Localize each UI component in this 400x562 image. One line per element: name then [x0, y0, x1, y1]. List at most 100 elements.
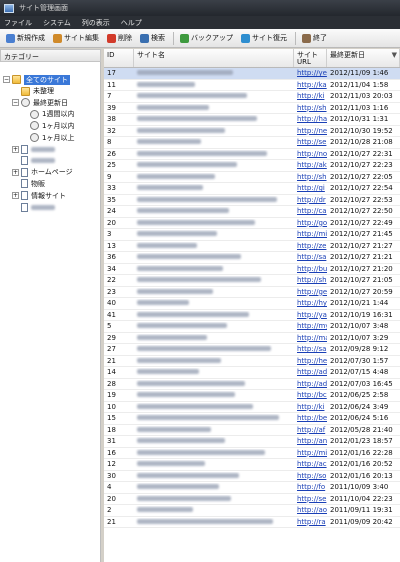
cell-site-url[interactable]: http://sa — [294, 345, 327, 353]
table-row[interactable]: 8 http://se 2012/10/28 21:08 — [104, 137, 400, 149]
table-row[interactable]: 22 http://sh 2012/10/27 21:05 — [104, 275, 400, 287]
table-row[interactable]: 26 http://no 2012/10/27 22:31 — [104, 149, 400, 160]
table-row[interactable]: 28 http://ad 2012/07/03 16:45 — [104, 379, 400, 390]
cell-site-url[interactable]: http://be — [294, 414, 327, 422]
cell-site-url[interactable]: http://ca — [294, 207, 327, 215]
expand-icon[interactable]: + — [12, 168, 19, 176]
table-row[interactable]: 13 http://ze 2012/10/27 21:27 — [104, 241, 400, 252]
cell-site-url[interactable]: http://my — [294, 322, 327, 330]
cell-site-url[interactable]: http://se — [294, 495, 327, 503]
cell-site-url[interactable]: http://fo — [294, 483, 327, 491]
table-row[interactable]: 20 http://go 2012/10/27 22:49 — [104, 218, 400, 229]
tree-node[interactable]: + ホームページ — [12, 167, 73, 178]
table-row[interactable]: 34 http://bu 2012/10/27 21:20 — [104, 264, 400, 275]
cell-site-url[interactable]: http://he — [294, 357, 327, 365]
table-row[interactable]: 3 http://mi 2012/10/27 21:45 — [104, 229, 400, 241]
expand-icon[interactable]: + — [12, 145, 19, 153]
table-row[interactable]: 17 http://ye 2012/11/09 1:46 — [104, 68, 400, 80]
menu-file[interactable]: ファイル — [4, 18, 32, 28]
table-row[interactable]: 4 http://fo 2011/10/09 3:40 — [104, 482, 400, 494]
cell-site-url[interactable]: http://sh — [294, 104, 327, 112]
table-row[interactable]: 33 http://gi 2012/10/27 22:54 — [104, 183, 400, 195]
table-row[interactable]: 39 http://sh 2012/11/03 1:16 — [104, 103, 400, 114]
backup-button[interactable]: バックアップ — [177, 31, 236, 45]
cell-site-url[interactable]: http://se — [294, 138, 327, 146]
table-row[interactable]: 38 http://ha 2012/10/31 1:31 — [104, 114, 400, 126]
cell-site-url[interactable]: http://ra — [294, 518, 327, 526]
cell-site-url[interactable]: http://mi — [294, 230, 327, 238]
table-row[interactable]: 35 http://dr 2012/10/27 22:53 — [104, 195, 400, 206]
table-row[interactable]: 29 http://ma 2012/10/07 3:29 — [104, 333, 400, 344]
cell-site-url[interactable]: http://ze — [294, 242, 327, 250]
cell-site-url[interactable]: http://go — [294, 219, 327, 227]
column-last-updated[interactable]: 最終更新日 ▼ — [327, 49, 400, 67]
cell-site-url[interactable]: http://ye — [294, 69, 327, 77]
tree-node[interactable] — [12, 155, 55, 166]
expand-icon[interactable]: + — [12, 192, 19, 199]
table-row[interactable]: 18 http://af 2012/05/28 21:40 — [104, 425, 400, 436]
collapse-icon[interactable]: − — [12, 99, 19, 107]
tree-node[interactable]: 1週間以内 — [21, 109, 74, 120]
cell-site-url[interactable]: http://bu — [294, 265, 327, 273]
table-row[interactable]: 11 http://ka 2012/11/04 1:58 — [104, 80, 400, 91]
cell-site-url[interactable]: http://ki — [294, 403, 327, 411]
cell-site-url[interactable]: http://ne — [294, 127, 327, 135]
cell-site-url[interactable]: http://sa — [294, 253, 327, 261]
menu-system[interactable]: システム — [43, 18, 71, 28]
edit-site-button[interactable]: サイト編集 — [50, 31, 102, 45]
tree-node[interactable]: 1ヶ月以上 — [21, 132, 74, 143]
tree-node[interactable]: − 最終更新日 — [12, 97, 68, 108]
table-row[interactable]: 40 http://hy 2012/10/21 1:44 — [104, 298, 400, 310]
cell-site-url[interactable]: http://ka — [294, 81, 327, 89]
table-row[interactable]: 20 http://se 2011/10/04 22:23 — [104, 494, 400, 505]
table-row[interactable]: 41 http://ya 2012/10/19 16:31 — [104, 310, 400, 321]
table-row[interactable]: 25 http://ak 2012/10/27 22:23 — [104, 160, 400, 172]
table-row[interactable]: 27 http://sa 2012/09/28 9:12 — [104, 344, 400, 356]
cell-site-url[interactable]: http://ya — [294, 311, 327, 319]
cell-site-url[interactable]: http://sh — [294, 276, 327, 284]
cell-site-url[interactable]: http://so — [294, 472, 327, 480]
cell-site-url[interactable]: http://hy — [294, 299, 327, 307]
table-row[interactable]: 12 http://ac 2012/01/16 20:52 — [104, 459, 400, 471]
table-row[interactable]: 2 http://ao 2011/09/11 19:31 — [104, 505, 400, 517]
table-row[interactable]: 10 http://ki 2012/06/24 3:49 — [104, 402, 400, 413]
cell-site-url[interactable]: http://ha — [294, 115, 327, 123]
table-row[interactable]: 19 http://bc 2012/06/25 2:58 — [104, 390, 400, 402]
tree-node[interactable]: 未整理 — [12, 86, 54, 97]
table-row[interactable]: 7 http://ki 2012/11/03 20:03 — [104, 91, 400, 103]
tree-node[interactable] — [12, 202, 55, 213]
cell-site-url[interactable]: http://af — [294, 426, 327, 434]
delete-button[interactable]: 削除 — [104, 31, 135, 45]
table-row[interactable]: 5 http://my 2012/10/07 3:48 — [104, 321, 400, 333]
table-row[interactable]: 21 http://he 2012/07/30 1:57 — [104, 356, 400, 367]
new-button[interactable]: 新規作成 — [3, 31, 48, 45]
restore-site-button[interactable]: サイト復元 — [238, 31, 290, 45]
cell-site-url[interactable]: http://ki — [294, 92, 327, 100]
tree-node[interactable]: + 情報サイト — [12, 190, 66, 201]
cell-site-url[interactable]: http://ad — [294, 368, 327, 376]
tree-node[interactable]: − 全てのサイト — [3, 74, 70, 85]
menu-columns[interactable]: 列の表示 — [82, 18, 110, 28]
cell-site-url[interactable]: http://mi — [294, 449, 327, 457]
column-id[interactable]: ID — [104, 49, 134, 67]
tree-node[interactable]: + — [12, 144, 55, 155]
cell-site-url[interactable]: http://ad — [294, 380, 327, 388]
table-row[interactable]: 24 http://ca 2012/10/27 22:50 — [104, 206, 400, 218]
cell-site-url[interactable]: http://gi — [294, 184, 327, 192]
exit-button[interactable]: 終了 — [299, 31, 330, 45]
cell-site-url[interactable]: http://dr — [294, 196, 327, 204]
column-site-url[interactable]: サイト URL — [294, 49, 327, 67]
cell-site-url[interactable]: http://ak — [294, 161, 327, 169]
cell-site-url[interactable]: http://ac — [294, 460, 327, 468]
menu-help[interactable]: ヘルプ — [121, 18, 142, 28]
tree-node[interactable]: 1ヶ月以内 — [21, 120, 74, 131]
collapse-icon[interactable]: − — [3, 76, 10, 83]
table-row[interactable]: 21 http://ra 2011/09/09 20:42 — [104, 517, 400, 528]
table-row[interactable]: 36 http://sa 2012/10/27 21:21 — [104, 252, 400, 264]
cell-site-url[interactable]: http://ge — [294, 288, 327, 296]
cell-site-url[interactable]: http://no — [294, 150, 327, 158]
cell-site-url[interactable]: http://ao — [294, 506, 327, 514]
search-button[interactable]: 検索 — [137, 31, 168, 45]
cell-site-url[interactable]: http://an — [294, 437, 327, 445]
table-row[interactable]: 23 http://ge 2012/10/27 20:59 — [104, 287, 400, 298]
